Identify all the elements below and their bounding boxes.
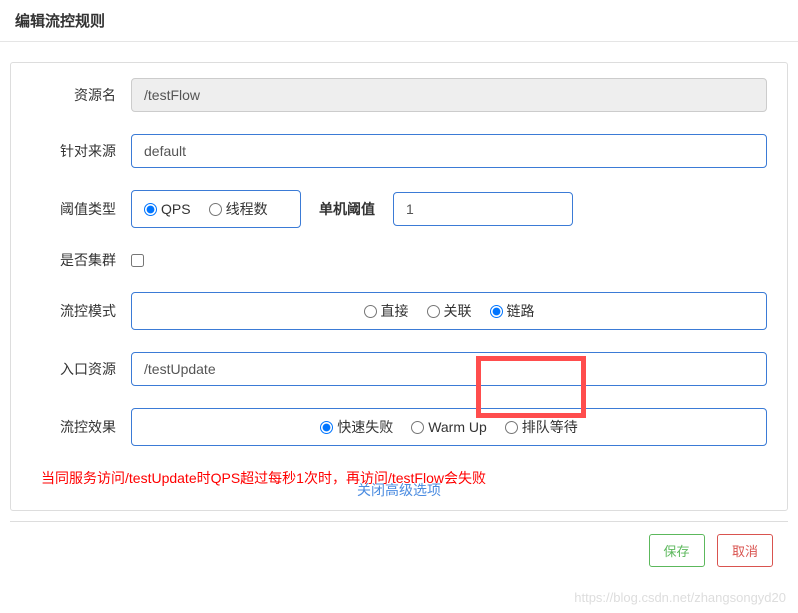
radio-queue-label: 排队等待 <box>522 417 578 437</box>
label-flow-effect: 流控效果 <box>31 417 131 437</box>
row-threshold-type: 阈值类型 QPS 线程数 单机阈值 <box>31 190 767 228</box>
label-resource-name: 资源名 <box>31 85 131 105</box>
modal-body: 资源名 针对来源 阈值类型 QPS 线程数 <box>10 62 788 511</box>
radio-relate-input[interactable] <box>427 305 440 318</box>
resource-name-input <box>131 78 767 112</box>
modal-footer: 保存 取消 <box>10 521 788 579</box>
radio-chain-label: 链路 <box>507 301 535 321</box>
save-button[interactable]: 保存 <box>649 534 705 567</box>
modal-header: 编辑流控规则 <box>0 0 798 42</box>
radio-warmup-label: Warm Up <box>428 419 487 435</box>
row-limit-app: 针对来源 <box>31 134 767 168</box>
radio-warmup-input[interactable] <box>411 421 424 434</box>
label-limit-app: 针对来源 <box>31 141 131 161</box>
label-cluster: 是否集群 <box>31 250 131 270</box>
row-resource-name: 资源名 <box>31 78 767 112</box>
radio-direct[interactable]: 直接 <box>364 301 409 321</box>
row-flow-effect: 流控效果 快速失败 Warm Up 排队等待 <box>31 408 767 446</box>
modal-title: 编辑流控规则 <box>15 10 783 31</box>
label-threshold-type: 阈值类型 <box>31 199 131 219</box>
radio-queue-input[interactable] <box>505 421 518 434</box>
radio-threads-label: 线程数 <box>226 199 268 219</box>
threshold-value-input[interactable] <box>393 192 573 226</box>
cancel-button[interactable]: 取消 <box>717 534 773 567</box>
radio-direct-label: 直接 <box>381 301 409 321</box>
watermark: https://blog.csdn.net/zhangsongyd20 <box>574 590 786 605</box>
limit-app-input[interactable] <box>131 134 767 168</box>
radio-chain-input[interactable] <box>490 305 503 318</box>
edit-rule-modal: 编辑流控规则 资源名 针对来源 阈值类型 QPS <box>0 0 798 579</box>
radio-relate-label: 关联 <box>444 301 472 321</box>
row-flow-mode: 流控模式 直接 关联 链路 <box>31 292 767 330</box>
radio-direct-input[interactable] <box>364 305 377 318</box>
row-entry-resource: 入口资源 <box>31 352 767 386</box>
threshold-type-box: QPS 线程数 <box>131 190 301 228</box>
radio-fastfail-label: 快速失败 <box>337 417 393 437</box>
radio-qps-input[interactable] <box>144 203 157 216</box>
flow-effect-box: 快速失败 Warm Up 排队等待 <box>131 408 767 446</box>
entry-resource-input[interactable] <box>131 352 767 386</box>
row-cluster: 是否集群 <box>31 250 767 270</box>
radio-warmup[interactable]: Warm Up <box>411 419 487 435</box>
label-flow-mode: 流控模式 <box>31 301 131 321</box>
radio-queue[interactable]: 排队等待 <box>505 417 578 437</box>
radio-threads-input[interactable] <box>209 203 222 216</box>
radio-qps-label: QPS <box>161 201 191 217</box>
radio-fastfail[interactable]: 快速失败 <box>320 417 393 437</box>
cluster-checkbox[interactable] <box>131 254 144 267</box>
radio-fastfail-input[interactable] <box>320 421 333 434</box>
flow-mode-box: 直接 关联 链路 <box>131 292 767 330</box>
radio-chain[interactable]: 链路 <box>490 301 535 321</box>
label-threshold-value: 单机阈值 <box>301 199 393 219</box>
radio-qps[interactable]: QPS <box>144 201 191 217</box>
radio-relate[interactable]: 关联 <box>427 301 472 321</box>
label-entry-resource: 入口资源 <box>31 359 131 379</box>
radio-threads[interactable]: 线程数 <box>209 199 268 219</box>
